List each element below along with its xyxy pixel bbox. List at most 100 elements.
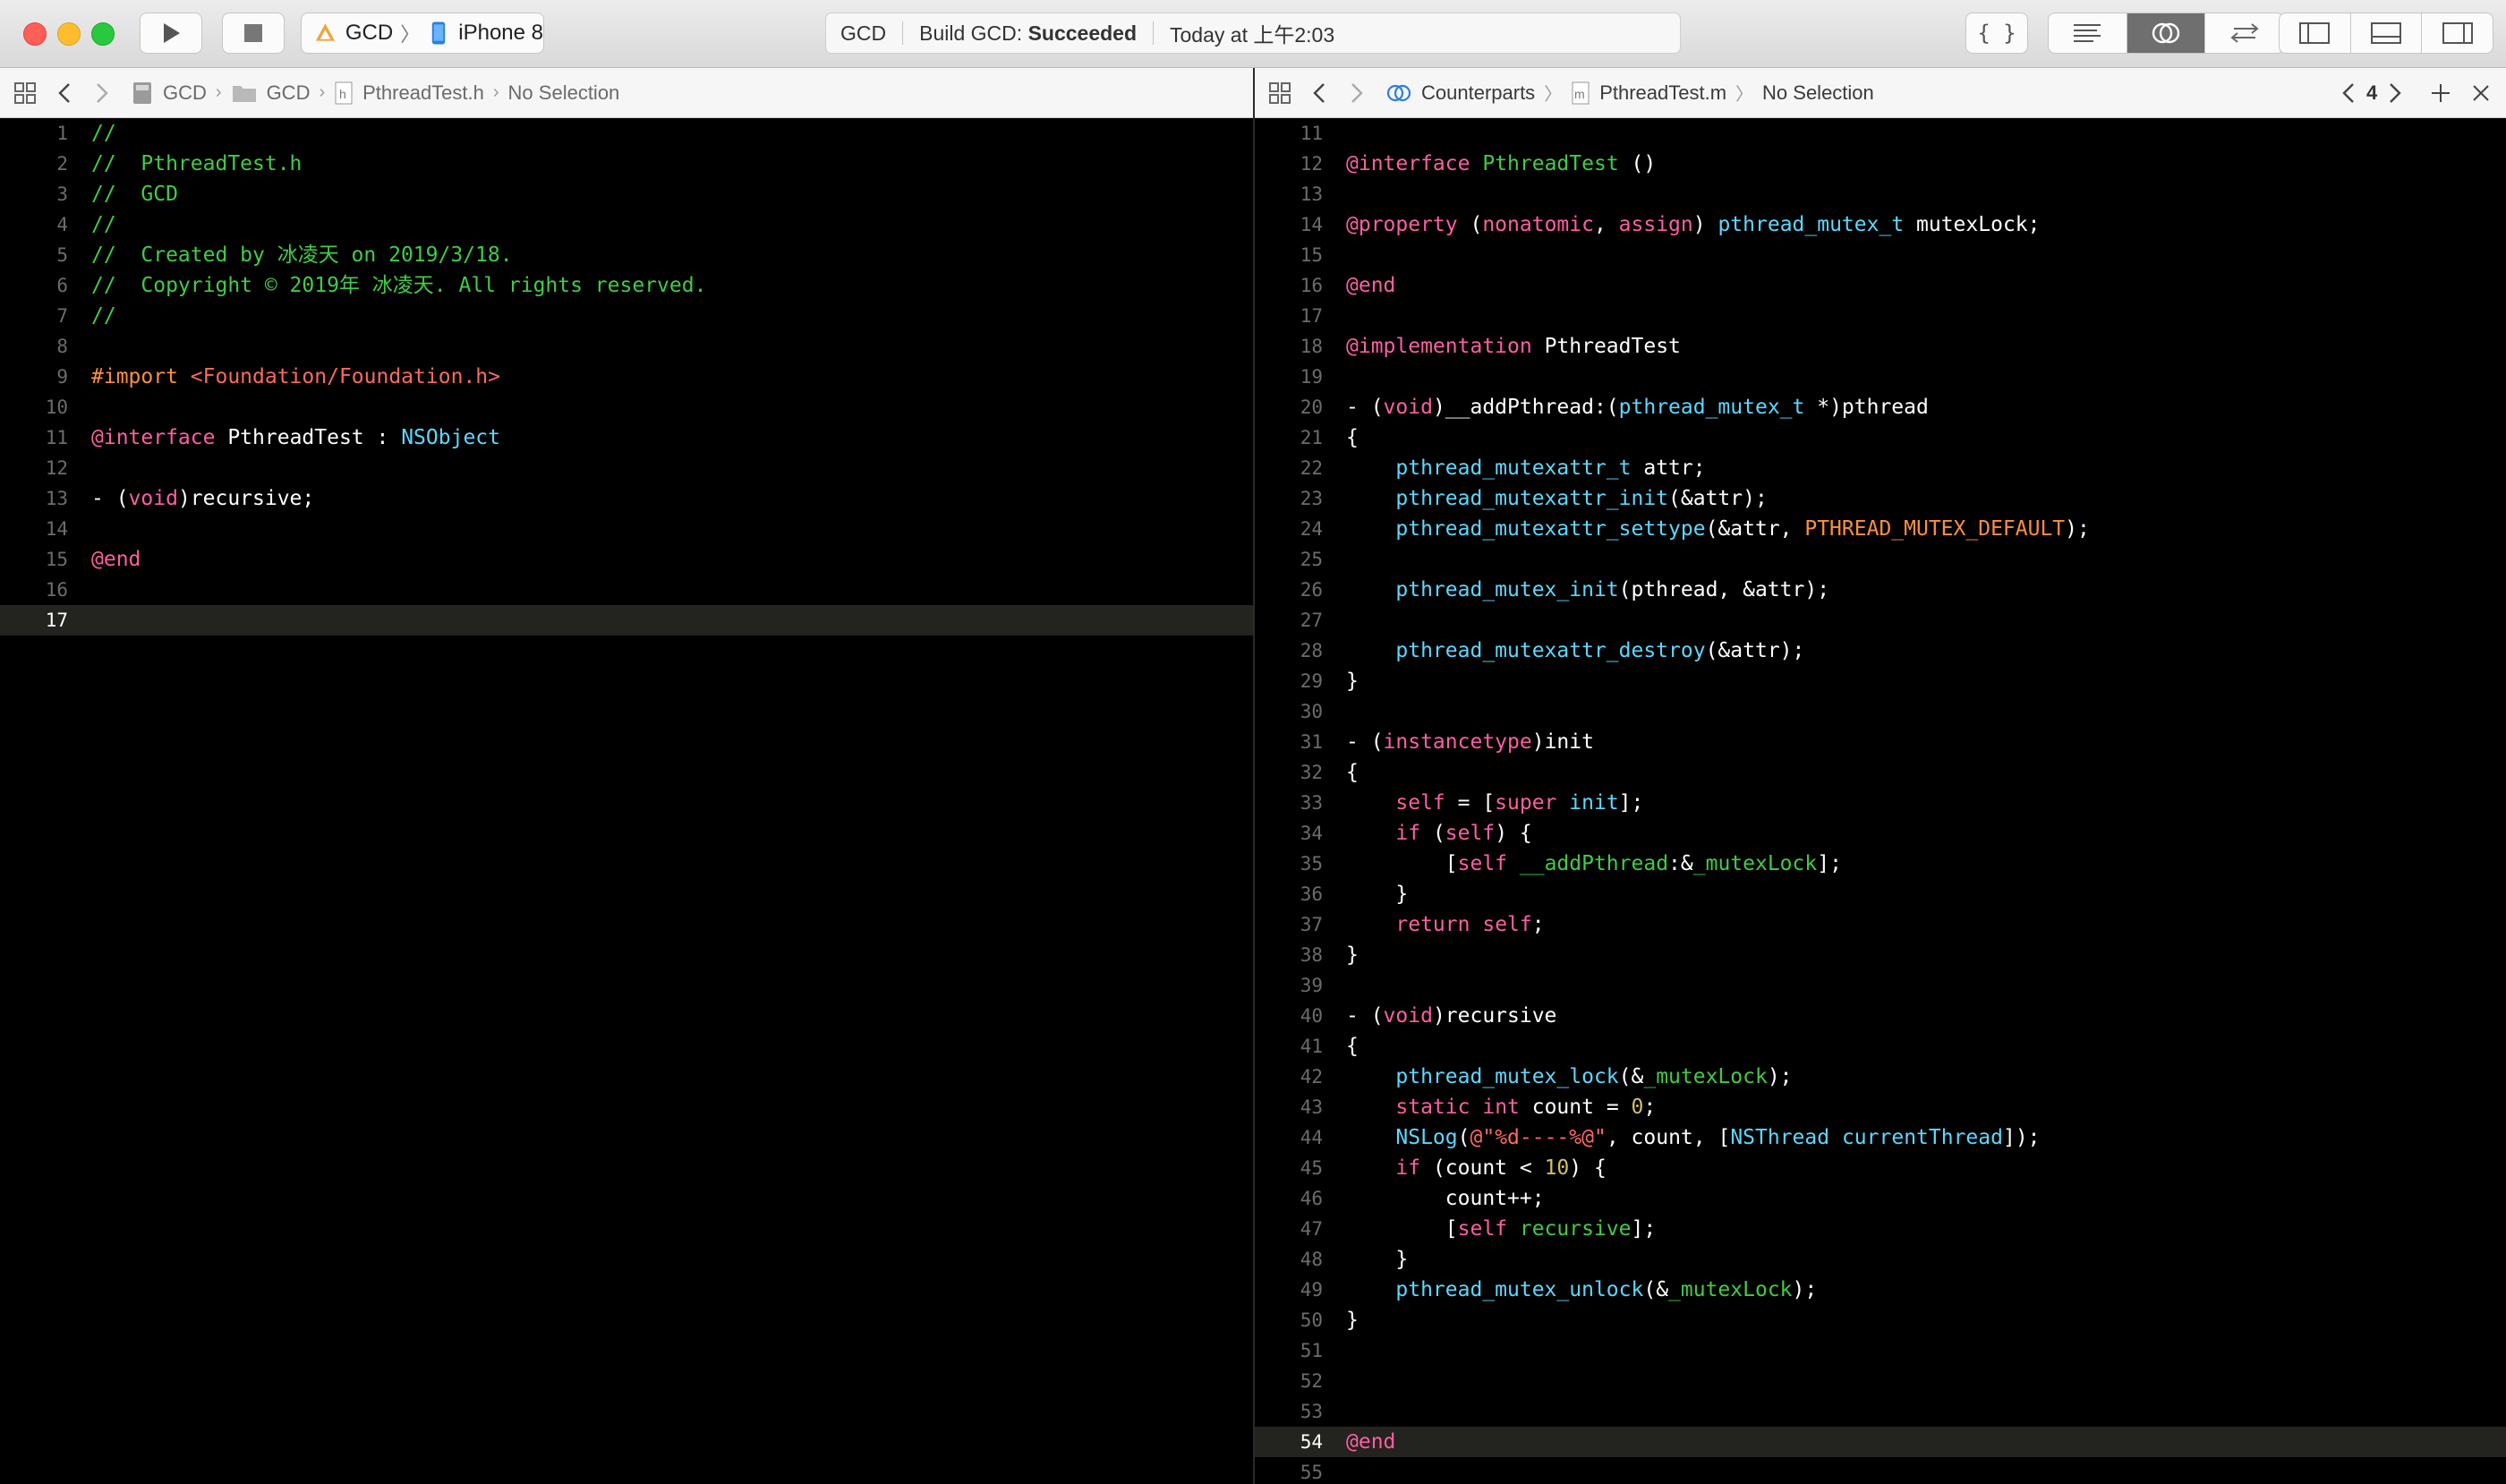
code-line[interactable]: 29} (1255, 666, 2506, 696)
breadcrumb-selection[interactable]: No Selection (508, 81, 620, 105)
source-code-area[interactable]: 11 12 @interface PthreadTest () 13 14 @proper… (1255, 118, 2506, 1484)
code-line[interactable]: 40 - (void)recursive (1255, 1001, 2506, 1031)
code-line[interactable]: 47 [self recursive]; (1255, 1214, 2506, 1244)
code-line[interactable]: 3 // GCD (0, 179, 1253, 209)
forward-chevron-icon[interactable] (95, 81, 109, 105)
code-line[interactable]: 30 (1255, 696, 2506, 727)
code-line[interactable]: 43 static int count = 0; (1255, 1092, 2506, 1122)
related-items-icon[interactable] (13, 81, 38, 106)
code-line[interactable]: 55 (1255, 1457, 2506, 1484)
code-line[interactable]: 41 { (1255, 1031, 2506, 1062)
code-line[interactable]: 12 (0, 453, 1253, 483)
next-counterpart-chevron-icon[interactable] (2388, 81, 2402, 105)
back-chevron-icon[interactable] (1312, 81, 1326, 105)
code-line[interactable]: 11 (1255, 118, 2506, 149)
code-line[interactable]: 50} (1255, 1305, 2506, 1335)
toggle-inspector-button[interactable] (2421, 13, 2493, 53)
code-line[interactable]: 13 - (void)recursive; (0, 483, 1253, 514)
scheme-selector[interactable]: GCD 〉 iPhone 8 (301, 13, 544, 54)
code-line[interactable]: 8 (0, 331, 1253, 362)
code-line[interactable]: 7 // (0, 301, 1253, 331)
code-line[interactable]: 26 pthread_mutex_init(pthread, &attr); (1255, 575, 2506, 605)
code-line[interactable]: 37 return self; (1255, 909, 2506, 940)
code-line[interactable]: 53 (1255, 1396, 2506, 1427)
close-window-button[interactable] (23, 22, 47, 46)
minimize-window-button[interactable] (57, 22, 81, 46)
version-editor-button[interactable] (2204, 13, 2283, 53)
code-text: pthread_mutexattr_destroy(&attr); (1346, 635, 1804, 666)
back-chevron-icon[interactable] (57, 81, 72, 105)
code-line[interactable]: 36 } (1255, 879, 2506, 909)
toggle-navigator-button[interactable] (2280, 13, 2350, 53)
code-line[interactable]: 45 if (count < 10) { (1255, 1153, 2506, 1183)
code-token: _mutexLock (1643, 1065, 1768, 1088)
code-line[interactable]: 2 // PthreadTest.h (0, 149, 1253, 179)
toggle-debug-area-button[interactable] (2349, 13, 2422, 53)
code-line[interactable]: 16 @end (1255, 270, 2506, 301)
code-line[interactable]: 24 pthread_mutexattr_settype(&attr, PTHR… (1255, 514, 2506, 544)
code-line[interactable]: 15 (1255, 240, 2506, 270)
code-line[interactable]: 1 // (0, 118, 1253, 149)
code-line[interactable]: 34 if (self) { (1255, 818, 2506, 849)
code-line[interactable]: 33 self = [super init]; (1255, 788, 2506, 818)
code-text: // (91, 209, 116, 240)
code-line[interactable]: 27 (1255, 605, 2506, 635)
breadcrumb-file[interactable]: PthreadTest.m (1599, 81, 1726, 105)
code-line[interactable]: 17 (1255, 301, 2506, 331)
code-line[interactable]: 13 (1255, 179, 2506, 209)
zoom-window-button[interactable] (91, 22, 115, 46)
code-line[interactable]: 9 #import <Foundation/Foundation.h> (0, 362, 1253, 392)
close-editor-x-icon[interactable] (2470, 82, 2492, 104)
source-code-area[interactable]: 1 // 2 // PthreadTest.h 3 // GCD 4 // 5 // Create… (0, 118, 1253, 635)
code-line[interactable]: 23 pthread_mutexattr_init(&attr); (1255, 483, 2506, 514)
code-line[interactable]: 54 @end (1255, 1427, 2506, 1457)
code-line[interactable]: 20 - (void)__addPthread:(pthread_mutex_t … (1255, 392, 2506, 422)
code-line[interactable]: 19 (1255, 362, 2506, 392)
breadcrumb-group[interactable]: GCD (267, 81, 311, 105)
code-line[interactable]: 25 (1255, 544, 2506, 575)
code-line[interactable]: 18 @implementation PthreadTest (1255, 331, 2506, 362)
code-line[interactable]: 38} (1255, 940, 2506, 970)
code-line[interactable]: 46 count++; (1255, 1183, 2506, 1214)
bottom-panel-icon (2371, 22, 2401, 44)
forward-chevron-icon[interactable] (1350, 81, 1364, 105)
code-line[interactable]: 22 pthread_mutexattr_t attr; (1255, 453, 2506, 483)
breadcrumb-project[interactable]: GCD (163, 81, 207, 105)
code-line[interactable]: 4 // (0, 209, 1253, 240)
code-line[interactable]: 21 { (1255, 422, 2506, 453)
code-line[interactable]: 31 - (instancetype)init (1255, 727, 2506, 757)
code-line[interactable]: 6 // Copyright © 2019年 冰凌天. All rights re… (0, 270, 1253, 301)
standard-editor-button[interactable] (2049, 13, 2127, 53)
assistant-editor-button[interactable] (2126, 13, 2205, 53)
code-line[interactable]: 15 @end (0, 544, 1253, 575)
code-text: } (1346, 1305, 1359, 1335)
add-editor-plus-icon[interactable] (2429, 81, 2452, 105)
code-line[interactable]: 52 (1255, 1366, 2506, 1396)
related-items-icon[interactable] (1267, 81, 1292, 106)
code-line[interactable]: 11 @interface PthreadTest : NSObject (0, 422, 1253, 453)
stop-button[interactable] (222, 13, 285, 54)
breadcrumb-counterparts[interactable]: Counterparts (1421, 81, 1535, 105)
code-line[interactable]: 16 (0, 575, 1253, 605)
code-line[interactable]: 32 { (1255, 757, 2506, 788)
code-line[interactable]: 14 (0, 514, 1253, 544)
code-line[interactable]: 42 pthread_mutex_lock(&_mutexLock); (1255, 1062, 2506, 1092)
code-line[interactable]: 35 [self __addPthread:&_mutexLock]; (1255, 849, 2506, 879)
code-token: super (1495, 791, 1557, 814)
library-button[interactable]: { } (1965, 13, 2028, 54)
code-line[interactable]: 49 pthread_mutex_unlock(&_mutexLock); (1255, 1275, 2506, 1305)
code-line[interactable]: 5 // Created by 冰凌天 on 2019/3/18. (0, 240, 1253, 270)
run-button[interactable] (140, 13, 202, 54)
code-line[interactable]: 28 pthread_mutexattr_destroy(&attr); (1255, 635, 2506, 666)
code-line[interactable]: 10 (0, 392, 1253, 422)
breadcrumb-selection[interactable]: No Selection (1762, 81, 1874, 105)
code-line[interactable]: 12 @interface PthreadTest () (1255, 149, 2506, 179)
previous-counterpart-chevron-icon[interactable] (2341, 81, 2356, 105)
code-line[interactable]: 17 (0, 605, 1253, 635)
code-line[interactable]: 48 } (1255, 1244, 2506, 1275)
code-line[interactable]: 14 @property (nonatomic, assign) pthread_… (1255, 209, 2506, 240)
breadcrumb-file[interactable]: PthreadTest.h (362, 81, 484, 105)
code-line[interactable]: 44 NSLog(@"%d----%@", count, [NSThread c… (1255, 1122, 2506, 1153)
code-line[interactable]: 51 (1255, 1335, 2506, 1366)
code-line[interactable]: 39 (1255, 970, 2506, 1001)
